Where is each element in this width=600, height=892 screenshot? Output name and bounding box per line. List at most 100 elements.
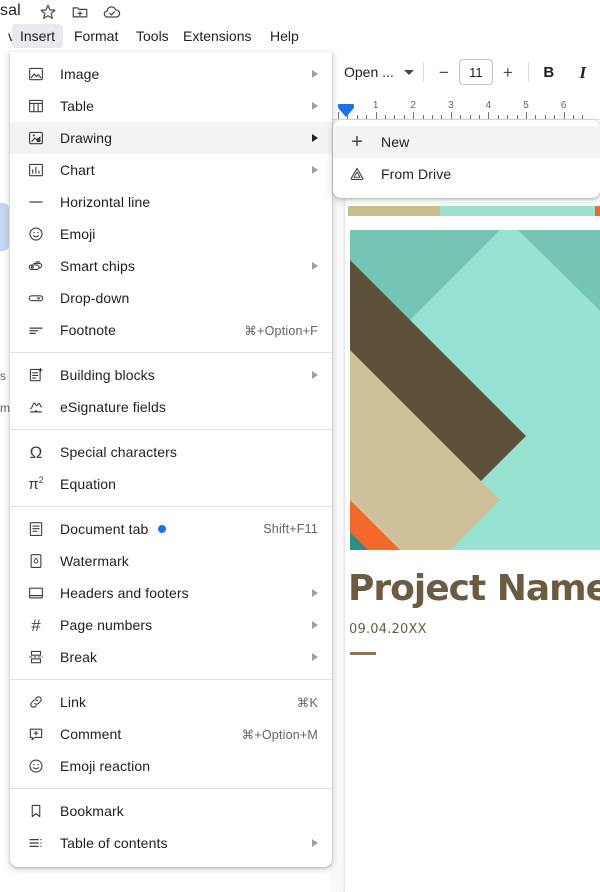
table-icon: [24, 97, 48, 115]
ruler-number: 2: [410, 100, 416, 111]
menu-item-esignature-fields[interactable]: eSignature fields: [10, 391, 332, 423]
ruler-tick: [460, 115, 462, 119]
menu-entry-label: Help: [270, 28, 299, 44]
move-to-folder-icon[interactable]: [70, 2, 90, 22]
menu-item-shortcut: ⌘+Option+M: [241, 727, 318, 742]
decrease-font-size-button[interactable]: −: [433, 61, 455, 83]
insert-dropdown-menu: Image Table Drawing Chart Horizontal line Emo…: [10, 52, 332, 867]
menu-item-table[interactable]: Table: [10, 90, 332, 122]
menu-item-label: Table: [60, 98, 94, 114]
font-size-input[interactable]: 11: [458, 59, 493, 85]
menu-item-emoji[interactable]: Emoji: [10, 218, 332, 250]
menu-item-break[interactable]: Break: [10, 641, 332, 673]
menu-item-page-numbers[interactable]: # Page numbers: [10, 609, 332, 641]
menu-item-bookmark[interactable]: Bookmark: [10, 795, 332, 827]
sidebar-ghost-text: m: [0, 401, 10, 415]
menu-item-label: Watermark: [60, 553, 129, 569]
ruler-tick: [516, 115, 518, 119]
menu-item-label: Bookmark: [60, 803, 124, 819]
document-title[interactable]: sal: [0, 2, 21, 20]
horizontal-line-icon: [24, 193, 48, 211]
ruler-tick: [441, 115, 443, 119]
document-page[interactable]: Project Name 09.04.20XX: [345, 128, 600, 892]
footnote-icon: [24, 321, 48, 339]
submenu-item-from-drive[interactable]: From Drive: [333, 158, 600, 190]
menu-format[interactable]: Format: [66, 24, 126, 48]
menu-item-watermark[interactable]: Watermark: [10, 545, 332, 577]
document-hero-image[interactable]: [350, 230, 600, 550]
toolbar-divider: [422, 62, 424, 82]
ruler-tick: [375, 112, 377, 119]
image-icon: [24, 65, 48, 83]
menu-separator: [10, 679, 332, 680]
menu-item-footnote[interactable]: Footnote ⌘+Option+F: [10, 314, 332, 346]
font-family-selector[interactable]: Open ...: [344, 64, 414, 80]
menu-item-image[interactable]: Image: [10, 58, 332, 90]
submenu-item-label: New: [381, 134, 410, 150]
ruler-tick: [526, 112, 527, 119]
document-heading[interactable]: Project Name: [348, 568, 600, 609]
menu-item-emoji-reaction[interactable]: Emoji reaction: [10, 750, 332, 782]
document-date[interactable]: 09.04.20XX: [349, 622, 427, 637]
document-divider-rule: [350, 652, 376, 655]
menu-item-drop-down[interactable]: Drop-down: [10, 282, 332, 314]
chevron-right-icon: [312, 262, 318, 270]
comment-icon: [24, 725, 48, 743]
italic-button[interactable]: I: [572, 61, 594, 83]
menu-item-drawing[interactable]: Drawing: [10, 122, 332, 154]
menu-item-table-of-contents[interactable]: Table of contents: [10, 827, 332, 859]
chart-icon: [24, 161, 48, 179]
formatting-toolbar: Open ... − 11 + B I: [330, 50, 600, 94]
chevron-right-icon: [312, 371, 318, 379]
break-icon: [24, 648, 48, 666]
esignature-icon: [24, 398, 48, 416]
increase-font-size-button[interactable]: +: [497, 61, 519, 83]
menu-item-label: eSignature fields: [60, 399, 166, 415]
menu-tools[interactable]: Tools: [128, 24, 177, 48]
ruler-indent-marker[interactable]: [338, 108, 354, 117]
hero-geometric-artwork: [350, 230, 600, 550]
chevron-down-icon: [403, 69, 414, 75]
menu-item-horizontal-line[interactable]: Horizontal line: [10, 186, 332, 218]
menu-item-equation[interactable]: π2 Equation: [10, 468, 332, 500]
menu-extensions[interactable]: Extensions: [175, 24, 259, 48]
horizontal-ruler[interactable]: 1 2 3 4 5 6: [330, 98, 600, 120]
menu-item-special-characters[interactable]: Ω Special characters: [10, 436, 332, 468]
sidebar-selected-indicator[interactable]: [0, 203, 9, 251]
chevron-right-icon: [312, 134, 318, 142]
star-icon[interactable]: [38, 2, 58, 22]
ruler-tick: [497, 115, 499, 119]
ruler-tick: [507, 115, 509, 119]
menu-item-label: Comment: [60, 726, 122, 742]
drive-icon: [345, 165, 369, 183]
menu-item-comment[interactable]: Comment ⌘+Option+M: [10, 718, 332, 750]
menu-item-label: Drawing: [60, 130, 113, 146]
menu-item-label: Break: [60, 649, 98, 665]
bold-button[interactable]: B: [538, 61, 560, 83]
menu-item-label: Document tab: [60, 521, 149, 537]
toolbar-divider: [527, 62, 529, 82]
menu-help[interactable]: Help: [262, 24, 307, 48]
menu-item-label: Equation: [60, 476, 117, 492]
menu-item-building-blocks[interactable]: Building blocks: [10, 359, 332, 391]
menu-item-smart-chips[interactable]: Smart chips: [10, 250, 332, 282]
menu-item-headers-and-footers[interactable]: Headers and footers: [10, 577, 332, 609]
watermark-icon: [24, 552, 48, 570]
ruler-tick: [469, 115, 471, 119]
ruler-number: 3: [448, 100, 454, 111]
cloud-saved-icon[interactable]: [102, 2, 122, 22]
menu-bar: vInsertFormatToolsExtensionsHelp: [0, 24, 600, 50]
sidebar-ghost-text: s: [0, 369, 6, 383]
ruler-number: 1: [372, 100, 379, 111]
ruler-tick: [488, 112, 490, 119]
headers-footers-icon: [24, 584, 48, 602]
menu-separator: [10, 429, 332, 430]
menu-item-link[interactable]: Link ⌘K: [10, 686, 332, 718]
menu-item-document-tab[interactable]: Document tab Shift+F11: [10, 513, 332, 545]
menu-entry-label: Tools: [136, 28, 169, 44]
ruler-tick: [479, 115, 480, 119]
menu-insert[interactable]: Insert: [12, 24, 64, 48]
omega-icon: Ω: [29, 442, 43, 462]
submenu-item-new[interactable]: + New: [333, 126, 600, 158]
menu-item-chart[interactable]: Chart: [10, 154, 332, 186]
